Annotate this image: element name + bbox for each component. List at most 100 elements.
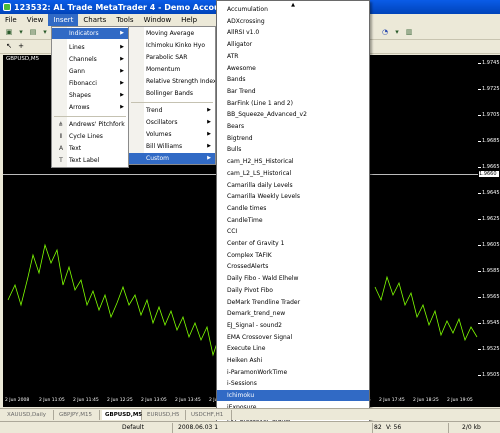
dropdown-arrow-icon[interactable]: ▾	[40, 28, 50, 37]
menu-view[interactable]: View	[22, 14, 49, 26]
dropdown-arrow-icon[interactable]: ▾	[16, 28, 26, 37]
chart-tab-eurusd-h5[interactable]: EURUSD,H5	[144, 410, 186, 420]
submenu-arrow-icon: ▶	[120, 68, 124, 74]
price-tick-label: 1.9545	[482, 320, 500, 326]
indicators-menu-item-bollinger-bands[interactable]: Bollinger Bands	[129, 88, 215, 99]
custom-indicator-item[interactable]: Accumulation	[217, 4, 369, 15]
custom-indicator-item[interactable]: Demark_trend_new	[217, 308, 369, 319]
chart-tab-xauusd-daily[interactable]: XAUUSD,Daily	[4, 410, 54, 420]
menu-help[interactable]: Help	[176, 14, 202, 26]
pitchfork-icon: ⋔	[58, 121, 64, 128]
app-icon	[3, 3, 11, 11]
indicators-menu-item-ichimoku-kinko-hyo[interactable]: Ichimoku Kinko Hyo	[129, 40, 215, 51]
indicators-menu-item-moving-average[interactable]: Moving Average	[129, 28, 215, 39]
custom-indicator-item[interactable]: Camarilla daily Levels	[217, 180, 369, 191]
menu-file[interactable]: File	[0, 14, 22, 26]
custom-indicator-item[interactable]: ADXcrossing	[217, 16, 369, 27]
indicators-menu-item-custom[interactable]: Custom ▶	[129, 153, 215, 164]
menu-insert[interactable]: Insert	[48, 14, 79, 26]
status-traffic: 2/0 kb	[462, 424, 481, 431]
indicators-menu-item-oscillators[interactable]: Oscillators ▶	[129, 117, 215, 128]
custom-indicator-item[interactable]: Bar Trend	[217, 86, 369, 97]
custom-indicator-item[interactable]: i-ParamonWorkTime	[217, 367, 369, 378]
custom-indicator-item[interactable]: Ichimoku	[217, 390, 369, 402]
custom-indicator-item[interactable]: Awesome	[217, 63, 369, 74]
custom-indicator-item[interactable]: Execute Line	[217, 343, 369, 354]
custom-indicator-item[interactable]: Alligator	[217, 39, 369, 50]
insert-menu-item-lines[interactable]: Lines ▶	[52, 42, 128, 53]
custom-indicator-item[interactable]: Candle times	[217, 203, 369, 214]
new-chart-icon[interactable]: ▣	[4, 28, 14, 37]
menu-window[interactable]: Window	[139, 14, 177, 26]
cycle-lines-icon: ⦀	[59, 133, 63, 140]
insert-menu-item-arrows[interactable]: Arrows ▶	[52, 102, 128, 113]
dropdown-arrow-icon[interactable]: ▾	[392, 28, 402, 37]
price-axis: 1.9660 1.9745 1.9725 1.9705 1.9685 1.9665 1.9…	[478, 55, 500, 407]
price-tick	[478, 349, 481, 350]
custom-indicator-item[interactable]: Daily Pivot Fibo	[217, 285, 369, 296]
menu-item-label: Gann	[69, 68, 85, 75]
custom-indicator-item[interactable]: i-Sessions	[217, 378, 369, 389]
profiles-icon[interactable]: ▤	[28, 28, 38, 37]
insert-menu-item-text[interactable]: A Text	[52, 143, 128, 154]
custom-indicator-item[interactable]: CandleTime	[217, 215, 369, 226]
indicators-menu-item-bill-williams[interactable]: Bill Williams ▶	[129, 141, 215, 152]
chart-tab-gbpjpy-m15[interactable]: GBPJPY,M15	[56, 410, 100, 420]
menu-item-label: Shapes	[69, 92, 91, 99]
menu-tools[interactable]: Tools	[111, 14, 138, 26]
indicators-menu-item-trend[interactable]: Trend ▶	[129, 105, 215, 116]
submenu-arrow-icon: ▶	[207, 119, 211, 125]
custom-indicator-item[interactable]: DeMark Trendline Trader	[217, 297, 369, 308]
chart-tab-usdchf-h1[interactable]: USDCHF,H1	[188, 410, 232, 420]
indicators-menu-item-volumes[interactable]: Volumes ▶	[129, 129, 215, 140]
menu-item-label: Andrews' Pitchfork	[69, 121, 125, 128]
insert-menu-item-indicators[interactable]: Indicators ▶	[52, 28, 128, 39]
indicators-menu-item-parabolic-sar[interactable]: Parabolic SAR	[129, 52, 215, 63]
status-separator	[172, 423, 173, 433]
indicators-menu-item-momentum[interactable]: Momentum	[129, 64, 215, 75]
indicators-menu-item-relative-strength-index[interactable]: Relative Strength Index	[129, 76, 215, 87]
custom-indicator-item[interactable]: CrossedAlerts	[217, 261, 369, 272]
custom-indicator-item[interactable]: Center of Gravity 1	[217, 238, 369, 249]
periods-icon[interactable]: ▥	[404, 28, 414, 37]
custom-indicator-item[interactable]: AllRSI v1.0	[217, 27, 369, 38]
menu-item-label: Cycle Lines	[69, 133, 103, 140]
custom-indicator-item[interactable]: cam_L2_LS_Historical	[217, 168, 369, 179]
price-tick-label: 1.9505	[482, 372, 500, 378]
custom-indicator-item[interactable]: BB_Squeeze_Advanced_v2	[217, 109, 369, 120]
menu-item-label: Moving Average	[146, 30, 195, 37]
custom-indicator-item[interactable]: Bigtrend	[217, 133, 369, 144]
crosshair-icon[interactable]: +	[16, 42, 26, 51]
chart-tabs: XAUUSD,Daily GBPJPY,M15 GBPUSD,M5 EURUSD,H5…	[0, 408, 500, 420]
insert-menu-item-shapes[interactable]: Shapes ▶	[52, 90, 128, 101]
custom-indicator-item[interactable]: ATR	[217, 51, 369, 62]
custom-indicator-item[interactable]: Bears	[217, 121, 369, 132]
menu-item-label: Text	[69, 145, 82, 152]
chart-tab-gbpusd-m5[interactable]: GBPUSD,M5	[102, 410, 142, 420]
custom-indicator-item[interactable]: EMA Crossover Signal	[217, 332, 369, 343]
insert-menu-item-gann[interactable]: Gann ▶	[52, 66, 128, 77]
custom-indicator-item[interactable]: Camarilla Weekly Levels	[217, 191, 369, 202]
custom-indicator-item[interactable]: CCI	[217, 226, 369, 237]
price-tick	[478, 323, 481, 324]
insert-menu-item-andrews-pitchfork[interactable]: ⋔ Andrews' Pitchfork	[52, 119, 128, 130]
menu-separator	[131, 102, 213, 103]
custom-indicator-item[interactable]: Bulls	[217, 144, 369, 155]
insert-menu-item-channels[interactable]: Channels ▶	[52, 54, 128, 65]
custom-indicator-item[interactable]: cam_H2_HS_Historical	[217, 156, 369, 167]
custom-indicator-item[interactable]: Daily Fibo - Wald Elhelw	[217, 273, 369, 284]
cursor-icon[interactable]: ↖	[4, 42, 14, 51]
custom-indicator-item[interactable]: EJ_Signal - sound2	[217, 320, 369, 331]
menu-charts[interactable]: Charts	[78, 14, 111, 26]
custom-indicator-item[interactable]: Complex TAFIK	[217, 250, 369, 261]
custom-indicator-item[interactable]: BarFink (Line 1 and 2)	[217, 98, 369, 109]
insert-menu-item-cycle-lines[interactable]: ⦀ Cycle Lines	[52, 131, 128, 142]
menu-item-label: Lines	[69, 44, 85, 51]
menu-item-label: Momentum	[146, 66, 181, 73]
insert-menu-item-fibonacci[interactable]: Fibonacci ▶	[52, 78, 128, 89]
custom-indicator-item[interactable]: Bands	[217, 74, 369, 85]
clock-icon[interactable]: ◔	[380, 28, 390, 37]
custom-indicator-item[interactable]: Heiken Ashi	[217, 355, 369, 366]
text-label-icon: T	[59, 157, 63, 164]
insert-menu-item-text-label[interactable]: T Text Label	[52, 155, 128, 166]
